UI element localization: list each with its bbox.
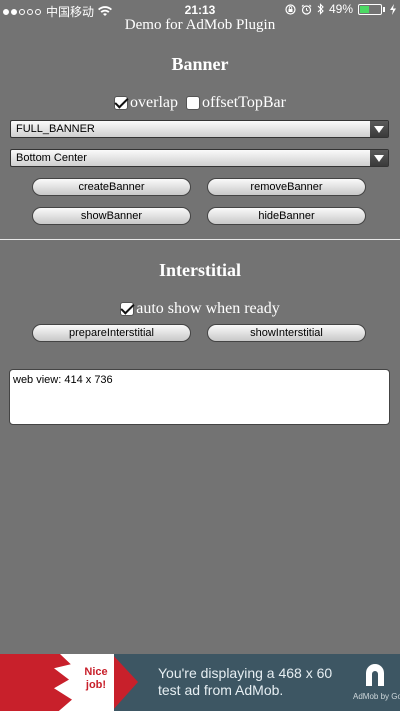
- auto-show-label: auto show when ready: [136, 300, 280, 317]
- auto-show-checkbox[interactable]: [120, 302, 135, 316]
- prepare-interstitial-button[interactable]: prepareInterstitial: [32, 324, 191, 342]
- ad-brand-text: AdMob by Goo: [353, 692, 400, 701]
- bluetooth-icon: [317, 3, 324, 15]
- banner-size-value: FULL_BANNER: [16, 123, 95, 135]
- hide-banner-button[interactable]: hideBanner: [207, 207, 366, 225]
- banner-heading: Banner: [171, 54, 229, 74]
- banner-size-select[interactable]: FULL_BANNER: [10, 120, 389, 138]
- show-interstitial-button[interactable]: showInterstitial: [207, 324, 366, 342]
- ad-message: You're displaying a 468 x 60 test ad fro…: [158, 665, 332, 699]
- ad-message-line2: test ad from AdMob.: [158, 682, 284, 698]
- overlap-checkbox[interactable]: [114, 96, 129, 110]
- remove-banner-button[interactable]: removeBanner: [207, 178, 366, 196]
- banner-options: overlap offsetTopBar: [0, 94, 400, 112]
- chevron-down-icon: [370, 121, 388, 137]
- app-title: Demo for AdMob Plugin: [124, 17, 276, 33]
- orientation-lock-icon: [285, 3, 296, 15]
- auto-show-option[interactable]: auto show when ready: [120, 300, 280, 318]
- battery-tip: [383, 6, 385, 12]
- show-banner-button[interactable]: showBanner: [32, 207, 191, 225]
- chevron-down-icon: [370, 150, 388, 166]
- interstitial-heading: Interstitial: [159, 260, 241, 280]
- overlap-option[interactable]: overlap: [114, 94, 178, 112]
- offset-top-bar-checkbox[interactable]: [186, 96, 201, 110]
- offset-top-bar-label: offsetTopBar: [202, 94, 286, 111]
- section-divider: [0, 239, 400, 240]
- ad-badge-text: Nice job!: [84, 666, 108, 691]
- create-banner-button[interactable]: createBanner: [32, 178, 191, 196]
- banner-position-select[interactable]: Bottom Center: [10, 149, 389, 167]
- ad-message-line1: You're displaying a 468 x 60: [158, 665, 333, 681]
- battery-icon: [358, 3, 382, 15]
- banner-position-value: Bottom Center: [16, 152, 87, 164]
- offset-top-bar-option[interactable]: offsetTopBar: [186, 94, 286, 112]
- ad-banner[interactable]: Nice job! You're displaying a 468 x 60 t…: [0, 654, 400, 711]
- battery-percent: 49%: [328, 2, 353, 16]
- alarm-icon: [301, 4, 312, 15]
- overlap-label: overlap: [130, 94, 179, 111]
- interstitial-options: auto show when ready: [0, 300, 400, 318]
- log-textarea[interactable]: web view: 414 x 736: [9, 369, 390, 425]
- status-right: 49%: [285, 2, 396, 16]
- charging-icon: [390, 3, 396, 15]
- admob-logo-icon: [366, 664, 384, 686]
